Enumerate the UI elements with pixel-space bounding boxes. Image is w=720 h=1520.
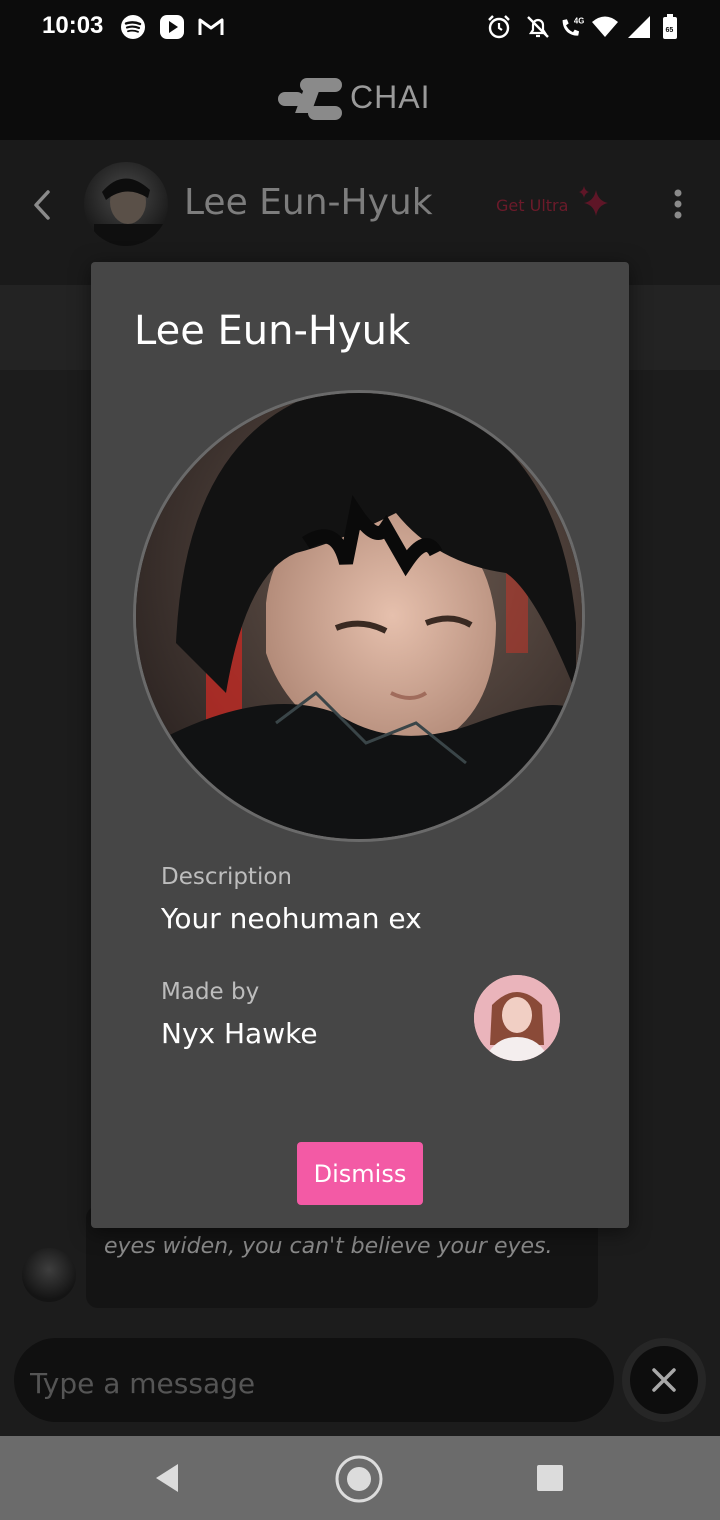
- youtube-music-icon: [160, 15, 184, 39]
- creator-name[interactable]: Nyx Hawke: [161, 1017, 318, 1050]
- status-time: 10:03: [42, 12, 104, 39]
- back-arrow-icon[interactable]: [26, 188, 60, 222]
- svg-text:65: 65: [666, 27, 674, 34]
- creator-avatar[interactable]: [474, 975, 560, 1061]
- description-label: Description: [161, 864, 292, 890]
- nav-recents-icon[interactable]: [536, 1464, 564, 1492]
- bot-portrait: [133, 390, 585, 842]
- battery-icon: 65: [663, 14, 677, 39]
- spotify-icon: [121, 15, 145, 39]
- signal-icon: [628, 16, 650, 38]
- nav-home-icon[interactable]: [334, 1454, 384, 1504]
- gmail-icon: [198, 18, 224, 35]
- message-avatar: [22, 1248, 76, 1302]
- logo-text: CHAI: [350, 79, 431, 115]
- modal-title: Lee Eun-Hyuk: [134, 308, 411, 354]
- close-icon: [652, 1368, 676, 1392]
- chai-logo: CHAI: [276, 72, 446, 124]
- message-input[interactable]: [28, 1360, 592, 1406]
- status-bar: 10:03 4G 65: [0, 0, 720, 56]
- bot-info-modal: Lee Eun-Hyuk Description Your neohuman e…: [91, 262, 629, 1228]
- get-ultra-link[interactable]: Get Ultra: [496, 196, 568, 215]
- more-options-icon[interactable]: [664, 186, 692, 222]
- sparkle-icon[interactable]: [576, 184, 612, 220]
- close-button[interactable]: [622, 1338, 706, 1422]
- alarm-icon: [488, 15, 510, 39]
- system-nav-bar: [0, 1436, 720, 1520]
- dismiss-button[interactable]: Dismiss: [297, 1142, 423, 1205]
- message-text: eyes widen, you can't believe your eyes.: [104, 1234, 553, 1259]
- wifi-icon: [592, 16, 618, 37]
- network-label: 4G: [574, 17, 584, 26]
- nav-back-icon[interactable]: [150, 1460, 186, 1496]
- bot-name: Lee Eun-Hyuk: [184, 182, 433, 223]
- app-header: CHAI: [0, 56, 720, 140]
- bell-off-icon: [527, 16, 549, 38]
- chai-logo-icon: [278, 78, 342, 120]
- description-value: Your neohuman ex: [161, 902, 422, 935]
- made-by-label: Made by: [161, 979, 260, 1005]
- bot-avatar[interactable]: [84, 162, 168, 246]
- volte-4g-icon: 4G: [562, 17, 584, 36]
